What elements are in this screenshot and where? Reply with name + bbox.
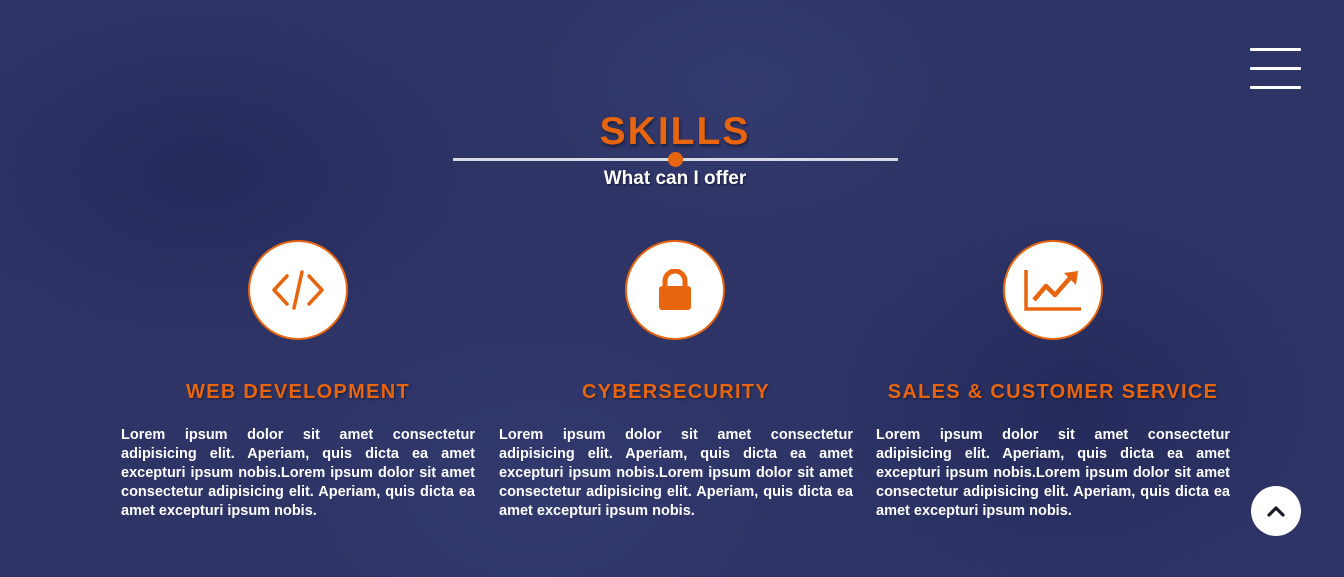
- menu-bar: [1250, 48, 1301, 51]
- skill-title: CYBERSECURITY: [581, 381, 771, 403]
- back-to-top-button[interactable]: [1251, 486, 1301, 536]
- skill-title: WEB DEVELOPMENT: [186, 381, 410, 403]
- skill-description: Lorem ipsum dolor sit amet consectetur a…: [876, 427, 1230, 519]
- menu-bar: [1250, 67, 1301, 70]
- menu-bar: [1250, 86, 1301, 89]
- section-title: SKILLS: [599, 110, 751, 153]
- skill-description: Lorem ipsum dolor sit amet consectetur a…: [121, 427, 475, 519]
- title-divider-dot: [668, 152, 683, 167]
- hamburger-menu-icon[interactable]: [1250, 47, 1302, 91]
- chart-line-icon: [1003, 240, 1103, 340]
- skill-description: Lorem ipsum dolor sit amet consectetur a…: [499, 427, 853, 519]
- skill-title: SALES & CUSTOMER SERVICE: [887, 381, 1219, 403]
- section-subtitle: What can I offer: [603, 168, 747, 189]
- chevron-up-icon: [1267, 506, 1285, 517]
- code-icon: [248, 240, 348, 340]
- lock-icon: [625, 240, 725, 340]
